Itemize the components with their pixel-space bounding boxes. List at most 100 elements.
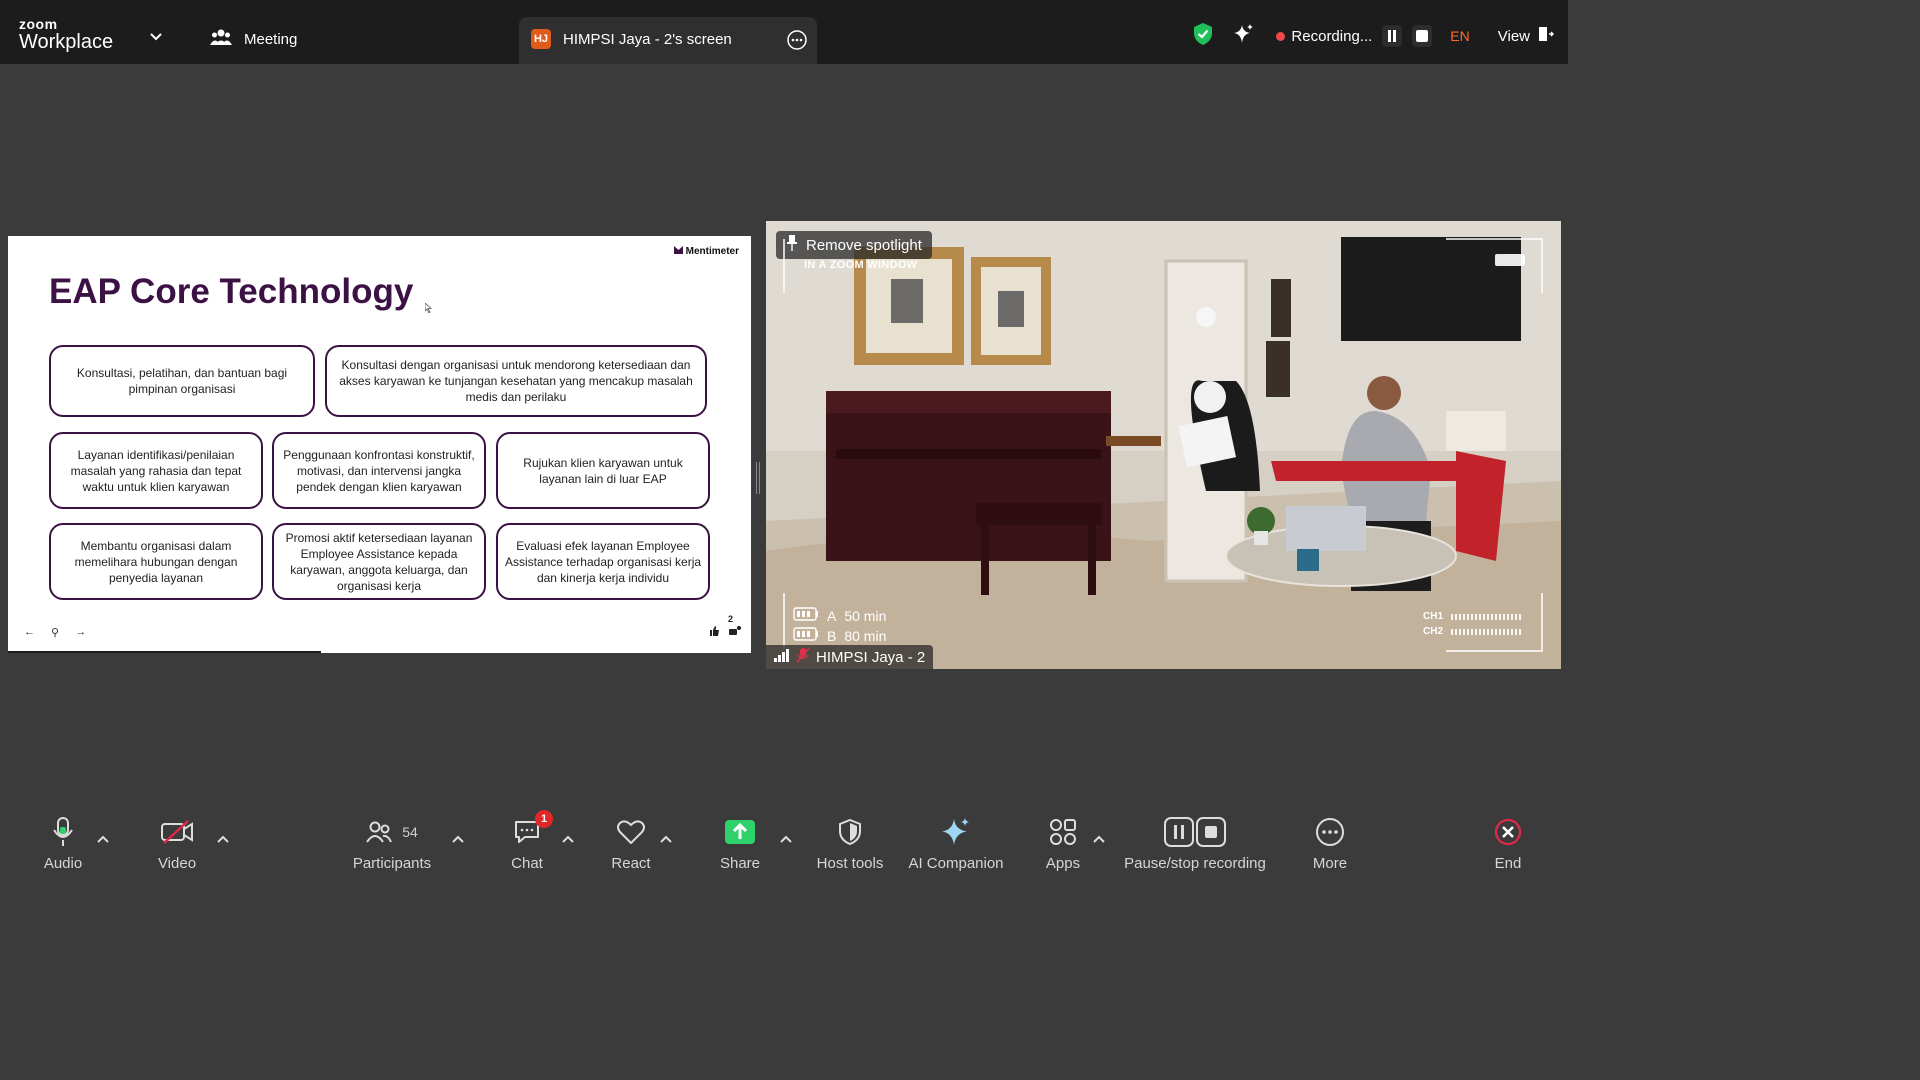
zoom-workplace-logo: zoom Workplace [19,17,113,52]
presenter-avatar: HJ [531,29,551,49]
audio-channel-2: CH2 [1423,626,1522,637]
thumbs-up-icon[interactable] [709,626,719,639]
heart-icon [616,812,646,852]
eap-box: Penggunaan konfrontasi konstruktif, moti… [272,432,486,509]
muted-mic-icon [796,647,810,667]
ai-sparkle-icon[interactable] [1232,23,1254,49]
previous-slide-button[interactable]: ← [24,626,35,639]
audio-label: Audio [43,855,83,872]
apps-button[interactable]: Apps [1003,812,1123,872]
video-label: Video [157,855,197,872]
apps-label: Apps [1045,855,1081,872]
slide-navigation: ← ⚲ → [24,626,86,639]
people-icon [210,28,232,50]
recording-dot-icon [1276,31,1286,41]
top-right-tools: Recording... EN View [1192,22,1555,50]
react-button[interactable]: React [571,812,691,872]
participants-icon: 54 [366,812,418,852]
eap-box: Rujukan klien karyawan untuk layanan lai… [496,432,710,509]
battery-icon [793,627,819,644]
host-tools-label: Host tools [816,855,884,872]
participants-options-chevron-icon[interactable] [452,830,464,848]
more-icon [1315,812,1345,852]
react-label: React [611,855,651,872]
share-label: Share [719,855,761,872]
eap-box: Konsultasi, pelatihan, dan bantuan bagi … [49,345,315,417]
next-slide-button[interactable]: → [75,626,86,639]
video-scene-image [766,221,1561,669]
shared-screen-tab[interactable]: HJ HIMPSI Jaya - 2's screen [519,17,817,64]
eap-box: Membantu organisasi dalam memelihara hub… [49,523,263,600]
video-off-icon [160,812,194,852]
shield-icon [838,812,862,852]
logo-bottom-text: Workplace [19,31,114,53]
pause-stop-recording-button[interactable]: Pause/stop recording [1110,812,1280,872]
audio-options-chevron-icon[interactable] [97,830,109,848]
eap-box: Evaluasi efek layanan Employee Assistanc… [496,523,710,600]
meeting-menu[interactable]: Meeting [210,28,297,50]
react-options-chevron-icon[interactable] [660,830,672,848]
view-label: View [1497,27,1530,45]
pin-icon[interactable]: ⚲ [51,626,59,639]
logo-top-text: zoom [19,16,58,32]
pin-icon [786,235,798,255]
eap-box: Promosi aktif ketersediaan layanan Emplo… [272,523,486,600]
security-shield-icon[interactable] [1192,22,1214,50]
chat-icon: 1 [513,810,553,852]
ai-companion-label: AI Companion [908,855,1004,872]
end-label: End [1494,855,1522,872]
battery-b-value: 80 min [844,627,887,644]
channel-1-label: CH1 [1423,611,1444,622]
video-options-chevron-icon[interactable] [217,830,229,848]
apps-icon [1049,812,1077,852]
language-indicator[interactable]: EN [1450,28,1469,44]
reaction-count: 2 [728,614,734,624]
shared-screen-title: HIMPSI Jaya - 2's screen [563,31,732,48]
remove-spotlight-button[interactable]: Remove spotlight [776,231,932,259]
ai-companion-button[interactable]: AI Companion [896,812,1016,872]
pause-stop-icon [1164,812,1226,852]
apps-options-chevron-icon[interactable] [1093,830,1105,848]
camera-overlay-text: IN A ZOOM WINDOW [804,259,918,271]
host-tools-button[interactable]: Host tools [790,812,910,872]
participant-name-tag: HIMPSI Jaya - 2 [766,645,934,669]
split-divider-handle[interactable] [756,462,760,494]
meeting-toolbar: Audio Video 54 Participants 1 Chat React… [0,810,1568,882]
channel-2-label: CH2 [1423,626,1444,637]
battery-a-value: 50 min [844,607,887,624]
slide-title: EAP Core Technology [49,272,414,311]
battery-a-readout: A 50 min [793,607,886,624]
mentimeter-brand: Mentimeter [673,246,739,257]
end-meeting-button[interactable]: End [1448,812,1568,872]
chevron-down-icon[interactable] [150,28,162,46]
microphone-icon [51,812,75,852]
mentimeter-label: Mentimeter [685,246,739,257]
battery-b-readout: B 80 min [793,627,886,644]
exit-fullscreen-icon [1538,26,1555,46]
slide-reactions: 2 [709,614,741,639]
participants-label: Participants [352,855,432,872]
pause-recording-button[interactable] [1382,25,1403,47]
eap-box: Layanan identifikasi/penilaian masalah y… [49,432,263,509]
ai-companion-sparkle-icon [941,812,971,852]
more-options-icon[interactable] [787,30,807,55]
audience-icon[interactable]: 2 [728,614,741,639]
slide-progress-bar [8,651,321,653]
participants-button[interactable]: 54 Participants [332,812,452,872]
remove-spotlight-label: Remove spotlight [806,236,922,254]
stop-recording-button[interactable] [1412,25,1433,47]
more-label: More [1312,855,1348,872]
battery-a-label: A [827,607,837,624]
participant-name: HIMPSI Jaya - 2 [816,648,926,666]
pause-stop-recording-label: Pause/stop recording [1124,855,1266,872]
view-button[interactable]: View [1497,26,1555,46]
spotlight-video-tile[interactable]: Remove spotlight IN A ZOOM WINDOW A 50 m… [766,221,1561,669]
recording-label: Recording... [1291,27,1373,45]
top-bar: zoom Workplace Meeting HJ HIMPSI Jaya - … [0,0,1568,64]
more-button[interactable]: More [1270,812,1390,872]
participants-count: 54 [402,824,418,840]
meeting-label: Meeting [244,30,298,48]
end-icon [1494,812,1522,852]
audio-level-meter [1451,628,1522,635]
recording-indicator: Recording... [1276,28,1372,45]
